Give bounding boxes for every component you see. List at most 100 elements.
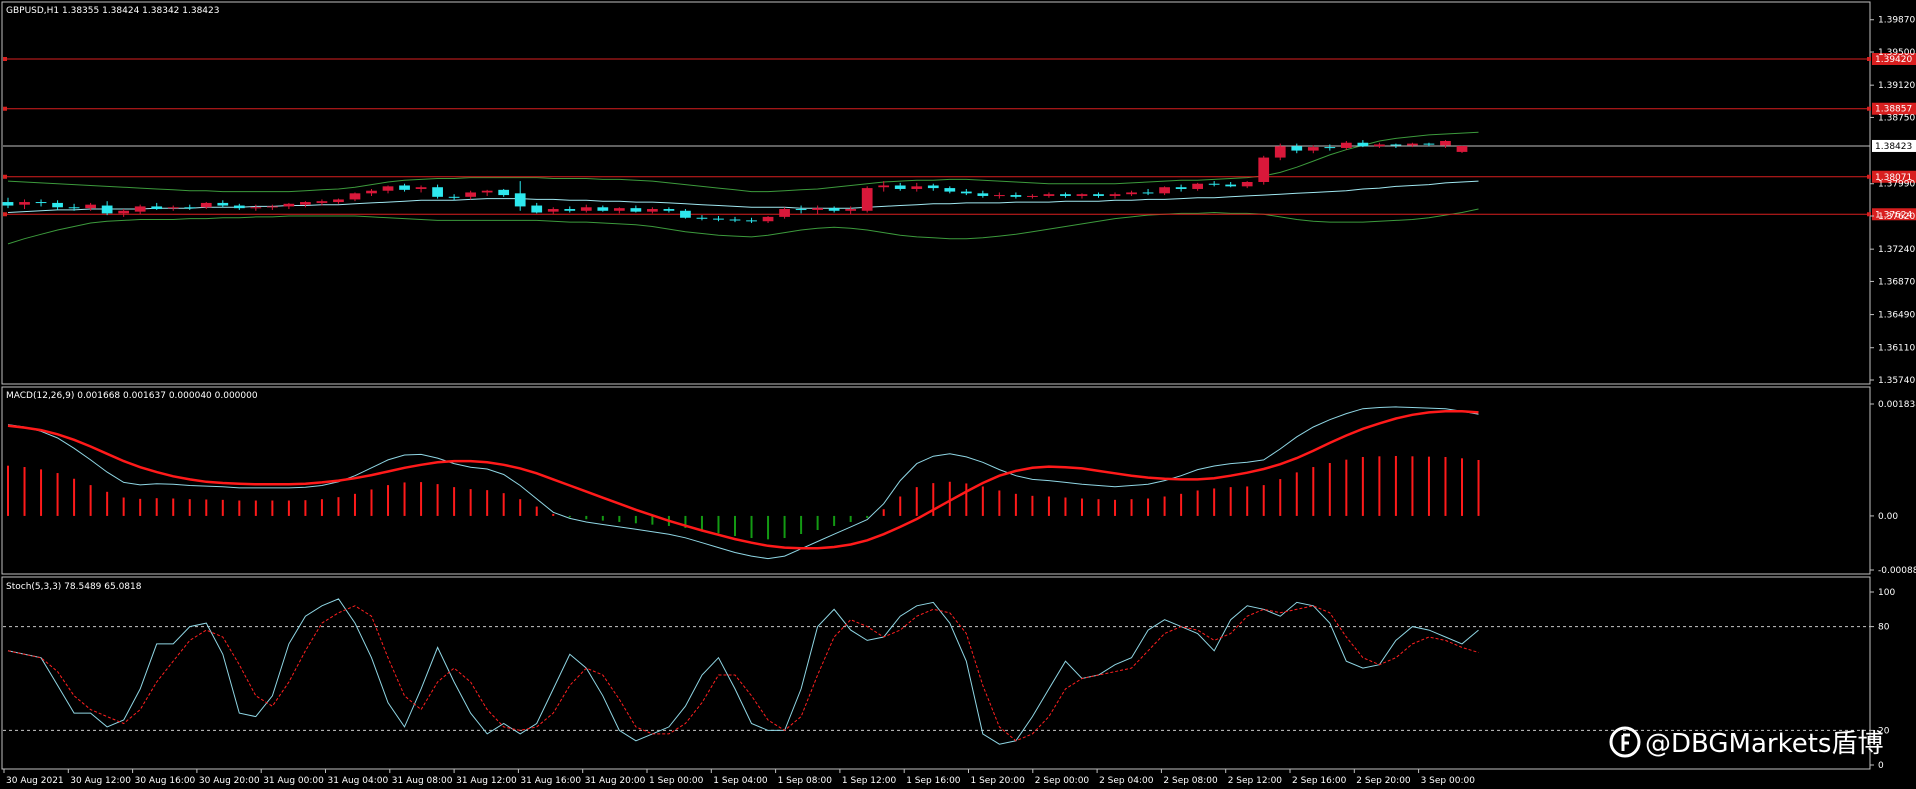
candle (266, 204, 278, 210)
candle-body (481, 190, 493, 193)
upper-band-line (7, 131, 1479, 193)
candle (134, 204, 146, 215)
candle (19, 199, 30, 210)
time-tick-label: 2 Sep 12:00 (1228, 776, 1283, 786)
price-tick-label: 1.36110 (1878, 344, 1915, 354)
candle-body (1357, 142, 1369, 147)
candle-body (960, 191, 972, 194)
candle-body (52, 202, 63, 208)
candle-body (366, 190, 377, 194)
candle (894, 182, 906, 191)
stoch-header: Stoch(5,3,3) 78.5489 65.0818 (6, 582, 142, 592)
candle-body (828, 208, 840, 211)
candle-body (696, 217, 708, 219)
candle (1208, 181, 1220, 187)
candle-body (547, 209, 559, 212)
candle (415, 185, 427, 193)
candle (2, 197, 14, 209)
stoch-tick-label: 100 (1878, 588, 1895, 598)
candle (696, 215, 708, 221)
time-tick-label: 31 Aug 12:00 (456, 776, 517, 786)
candle-body (613, 208, 625, 211)
time-tick-label: 2 Sep 20:00 (1356, 776, 1411, 786)
candle (1010, 192, 1022, 199)
price-pane[interactable]: GBPUSD,H1 1.38355 1.38424 1.38342 1.3842… (1, 1, 1916, 386)
candle-body (19, 202, 30, 205)
time-tick-label: 30 Aug 12:00 (70, 776, 131, 786)
macd-pane[interactable]: MACD(12,26,9) 0.001668 0.001637 0.000040… (1, 386, 1916, 576)
candle (101, 201, 113, 216)
candle-body (432, 187, 443, 197)
candle-body (894, 185, 906, 189)
candle (729, 216, 741, 223)
time-tick-label: 31 Aug 16:00 (520, 776, 581, 786)
candle (911, 182, 923, 192)
candle (1192, 182, 1204, 191)
stoch-tick-label: 80 (1878, 623, 1890, 633)
candle (1109, 192, 1121, 199)
candle-body (1076, 194, 1088, 196)
candle (35, 199, 47, 207)
candle (927, 183, 939, 191)
candle-body (233, 205, 245, 209)
stoch-tick-label: 0 (1878, 761, 1884, 771)
macd-pane-frame (1, 386, 1871, 575)
time-tick-label: 30 Aug 20:00 (199, 776, 260, 786)
price-tick-label: 1.37620 (1878, 212, 1915, 222)
price-tick-label: 1.35740 (1878, 376, 1915, 386)
watermark-text: @DBGMarkets盾博 (1645, 729, 1883, 759)
candle-body (531, 205, 543, 213)
price-tick-label: 1.37240 (1878, 245, 1915, 255)
candle-body (266, 206, 278, 208)
candle (795, 205, 807, 214)
candle (52, 200, 63, 210)
watermark: @DBGMarkets盾博 (1609, 726, 1883, 759)
candle (1241, 181, 1253, 189)
candle-body (101, 205, 113, 214)
candle (1060, 192, 1071, 198)
candle-body (1274, 146, 1286, 158)
moving-average-line (7, 180, 1479, 213)
level-anchor (3, 174, 7, 179)
candle (300, 201, 311, 208)
candle-body (250, 207, 262, 209)
time-tick-label: 1 Sep 16:00 (906, 776, 961, 786)
candle-body (1010, 195, 1022, 197)
candle (1258, 155, 1270, 185)
time-tick-label: 3 Sep 00:00 (1421, 776, 1476, 786)
candle-body (1291, 146, 1303, 151)
candle-body (878, 185, 890, 188)
candle (151, 202, 163, 210)
candle-body (349, 193, 361, 200)
time-tick-label: 2 Sep 00:00 (1035, 776, 1090, 786)
candle (498, 188, 510, 197)
macd-tick-label: 0.001838 (1878, 400, 1916, 410)
candle (432, 184, 443, 199)
candle-body (977, 193, 989, 196)
candle (366, 188, 377, 196)
candle (944, 186, 956, 194)
candle-body (746, 220, 757, 222)
candle-body (944, 188, 956, 192)
candle (647, 207, 658, 214)
time-tick-label: 1 Sep 20:00 (971, 776, 1026, 786)
level-anchor (3, 56, 7, 61)
level-anchor (3, 212, 7, 217)
candle (514, 181, 526, 211)
candle (1093, 192, 1104, 198)
candle (779, 207, 790, 219)
candle (1159, 186, 1170, 196)
candle-body (630, 208, 642, 212)
candle-body (812, 208, 823, 210)
candle (1324, 144, 1336, 151)
price-tick-label: 1.39500 (1878, 48, 1915, 58)
candle-body (1093, 194, 1104, 196)
candle-body (1175, 187, 1187, 189)
candle (1291, 143, 1303, 154)
candle (1142, 188, 1154, 196)
candle (1374, 142, 1385, 148)
candle (184, 204, 196, 210)
candle-body (184, 207, 196, 209)
trading-chart[interactable]: GBPUSD,H1 1.38355 1.38424 1.38342 1.3842… (0, 0, 1916, 789)
candle (1357, 140, 1369, 148)
